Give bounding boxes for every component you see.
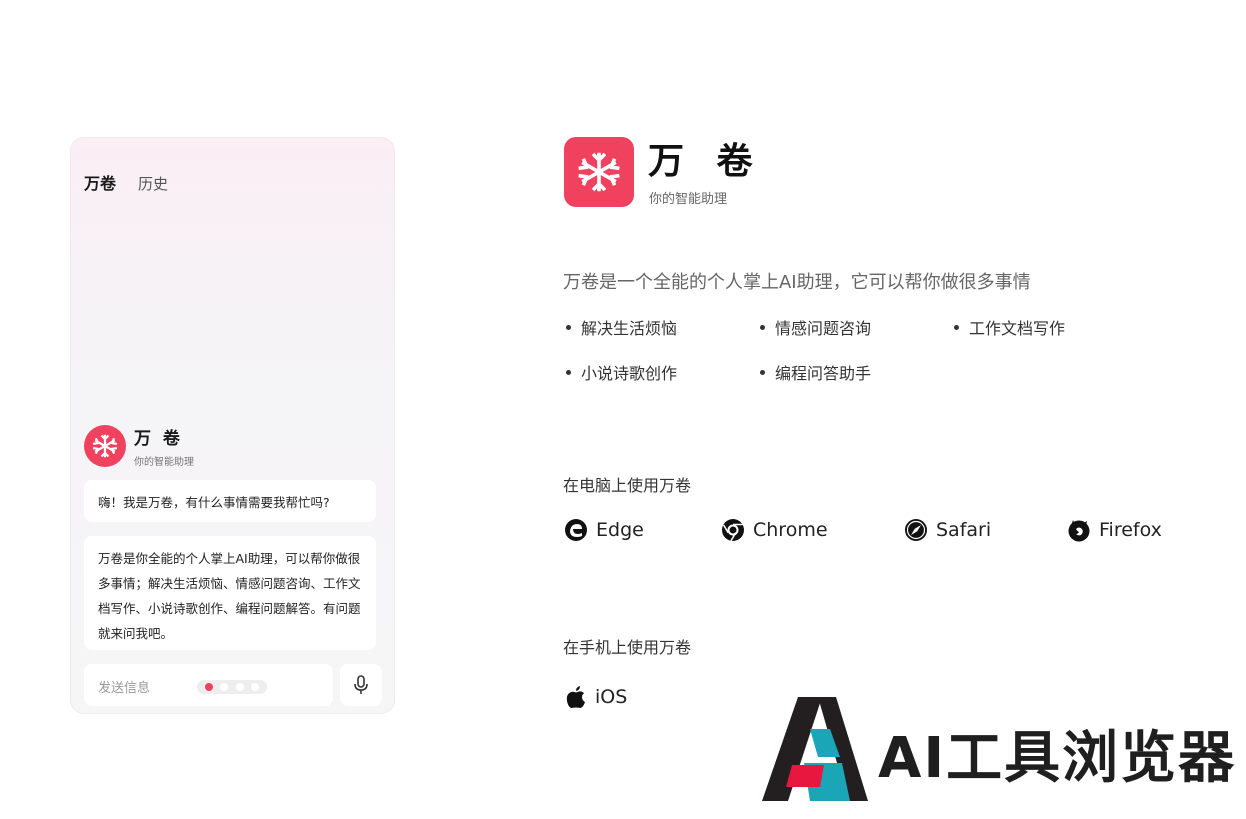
bullet-icon	[760, 369, 765, 375]
tab-wanjuan[interactable]: 万卷	[84, 170, 116, 194]
firefox-icon	[1068, 520, 1090, 542]
feature-label: 小说诗歌创作	[581, 364, 678, 383]
tab-history[interactable]: 历史	[138, 173, 168, 194]
microphone-icon	[354, 675, 368, 694]
bullet-icon	[566, 369, 571, 375]
pager-dot[interactable]	[220, 683, 229, 691]
pager-dot[interactable]	[251, 683, 260, 691]
feature-label: 情感问题咨询	[775, 319, 872, 338]
app-title: 万 卷	[648, 140, 763, 182]
edge-label: Edge	[596, 519, 644, 541]
feature-label: 解决生活烦恼	[581, 319, 678, 338]
message-input[interactable]: 发送信息	[84, 664, 333, 706]
safari-icon	[905, 519, 927, 541]
watermark-text: AI工具浏览器	[878, 726, 1237, 791]
feature-item: 情感问题咨询	[760, 315, 871, 339]
chrome-icon	[722, 519, 744, 542]
app-logo-icon	[564, 137, 634, 207]
ios-label: iOS	[595, 686, 628, 708]
message-input-placeholder: 发送信息	[98, 681, 151, 696]
feature-label: 工作文档写作	[969, 319, 1066, 338]
chrome-label: Chrome	[753, 519, 828, 541]
edge-link[interactable]: Edge	[564, 518, 644, 542]
pager-dot[interactable]	[235, 683, 244, 691]
firefox-link[interactable]: Firefox	[1067, 518, 1162, 542]
feature-item: 工作文档写作	[954, 315, 1065, 339]
app-intro: 万卷是一个全能的个人掌上AI助理，它可以帮你做很多事情	[563, 272, 1031, 293]
feature-label: 编程问答助手	[775, 364, 872, 383]
mobile-section-title: 在手机上使用万卷	[563, 638, 692, 657]
feature-item: 小说诗歌创作	[566, 360, 677, 384]
bullet-icon	[760, 324, 765, 330]
snowflake-logo-icon	[84, 425, 126, 467]
phone-tabs: 万卷 历史	[84, 170, 168, 194]
pager-dots	[197, 680, 267, 694]
feature-item: 编程问答助手	[760, 360, 871, 384]
safari-label: Safari	[936, 519, 992, 541]
microphone-button[interactable]	[340, 664, 382, 706]
intro-bubble: 万卷是你全能的个人掌上AI助理，可以帮你做很多事情；解决生活烦恼、情感问题咨询、…	[84, 536, 376, 650]
phone-brand-subtitle: 你的智能助理	[134, 457, 194, 468]
ios-link[interactable]: iOS	[565, 685, 627, 709]
bullet-icon	[954, 324, 959, 330]
page: 万卷 历史 万 卷 你的智能助理 嗨！我是万卷，有什么事情需要我帮忙吗? 万卷是…	[0, 0, 1246, 819]
watermark: AI工具浏览器	[760, 695, 1234, 805]
safari-link[interactable]: Safari	[904, 518, 991, 542]
watermark-logo-icon	[762, 697, 868, 801]
greeting-bubble: 嗨！我是万卷，有什么事情需要我帮忙吗?	[84, 480, 376, 522]
feature-item: 解决生活烦恼	[566, 315, 677, 339]
phone-brand-title: 万 卷	[134, 429, 183, 449]
desktop-section-title: 在电脑上使用万卷	[563, 476, 692, 495]
phone-mockup: 万卷 历史 万 卷 你的智能助理 嗨！我是万卷，有什么事情需要我帮忙吗? 万卷是…	[70, 137, 395, 714]
app-subtitle: 你的智能助理	[649, 192, 728, 207]
pager-dot[interactable]	[204, 683, 213, 691]
bullet-icon	[566, 324, 571, 330]
edge-icon	[565, 519, 587, 541]
chrome-link[interactable]: Chrome	[721, 518, 828, 542]
firefox-label: Firefox	[1099, 519, 1162, 541]
phone-brand: 万 卷 你的智能助理	[84, 424, 194, 468]
apple-icon	[566, 686, 585, 708]
